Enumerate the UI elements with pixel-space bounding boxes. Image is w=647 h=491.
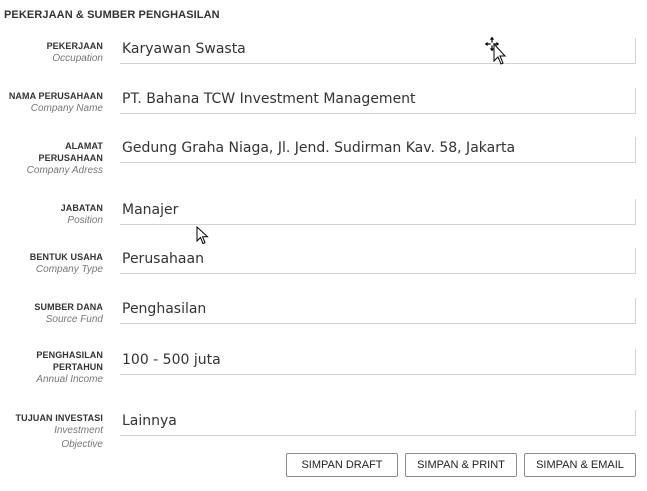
save-email-button[interactable]: SIMPAN & EMAIL [524, 453, 636, 477]
annual-income-sublabel: Annual Income [36, 374, 103, 385]
company-address-sublabel: Company Adress [26, 165, 103, 176]
source-fund-value: Penghasilan [122, 301, 207, 317]
company-address-field[interactable]: Gedung Graha Niaga, Jl. Jend. Sudirman K… [120, 137, 636, 163]
company-type-label-group: BENTUK USAHA Company Type [0, 251, 103, 277]
annual-income-label-line1: PENGHASILAN [36, 350, 103, 360]
company-name-label: NAMA PERUSAHAAN [8, 91, 103, 101]
save-print-button[interactable]: SIMPAN & PRINT [405, 453, 517, 477]
company-address-label-group: ALAMAT PERUSAHAAN Company Adress [0, 140, 103, 178]
company-type-sublabel: Company Type [35, 264, 103, 275]
position-sublabel: Position [67, 215, 103, 226]
section-title: PEKERJAAN & SUMBER PENGHASILAN [4, 9, 220, 21]
arrow-cursor-icon [196, 226, 209, 245]
source-fund-field[interactable]: Penghasilan [120, 298, 636, 324]
company-name-sublabel: Company Name [30, 103, 103, 114]
occupation-sublabel: Occupation [52, 53, 103, 64]
position-field[interactable]: Manajer [120, 199, 636, 225]
annual-income-label-line2: PERTAHUN [52, 362, 103, 372]
annual-income-value: 100 - 500 juta [122, 352, 221, 368]
investment-objective-value: Lainnya [122, 413, 177, 429]
investment-objective-sublabel-line2: Objective [61, 439, 103, 450]
position-label: JABATAN [60, 203, 103, 213]
occupation-field[interactable]: Karyawan Swasta [120, 38, 636, 64]
company-name-value: PT. Bahana TCW Investment Management [122, 91, 416, 107]
annual-income-label-group: PENGHASILAN PERTAHUN Annual Income [0, 349, 103, 387]
company-type-label: BENTUK USAHA [29, 252, 103, 262]
company-address-label-line2: PERUSAHAAN [38, 153, 103, 163]
position-label-group: JABATAN Position [0, 202, 103, 228]
source-fund-label-group: SUMBER DANA Source Fund [0, 301, 103, 327]
investment-objective-field[interactable]: Lainnya [120, 410, 636, 436]
investment-objective-label-group: TUJUAN INVESTASI Investment Objective [0, 412, 103, 452]
occupation-label: PEKERJAAN [46, 41, 103, 51]
source-fund-label: SUMBER DANA [34, 302, 103, 312]
company-type-field[interactable]: Perusahaan [120, 248, 636, 274]
company-name-label-group: NAMA PERUSAHAAN Company Name [0, 90, 103, 116]
investment-objective-label: TUJUAN INVESTASI [15, 413, 103, 423]
company-name-field[interactable]: PT. Bahana TCW Investment Management [120, 88, 636, 114]
move-cursor-icon [483, 35, 507, 65]
company-address-label-line1: ALAMAT [65, 141, 103, 151]
source-fund-sublabel: Source Fund [45, 314, 103, 325]
occupation-value: Karyawan Swasta [122, 41, 246, 57]
company-type-value: Perusahaan [122, 251, 204, 267]
save-draft-button[interactable]: SIMPAN DRAFT [286, 453, 398, 477]
annual-income-field[interactable]: 100 - 500 juta [120, 349, 636, 375]
position-value: Manajer [122, 202, 179, 218]
company-address-value: Gedung Graha Niaga, Jl. Jend. Sudirman K… [122, 140, 516, 156]
investment-objective-sublabel-line1: Investment [54, 425, 103, 436]
occupation-label-group: PEKERJAAN Occupation [0, 40, 103, 66]
